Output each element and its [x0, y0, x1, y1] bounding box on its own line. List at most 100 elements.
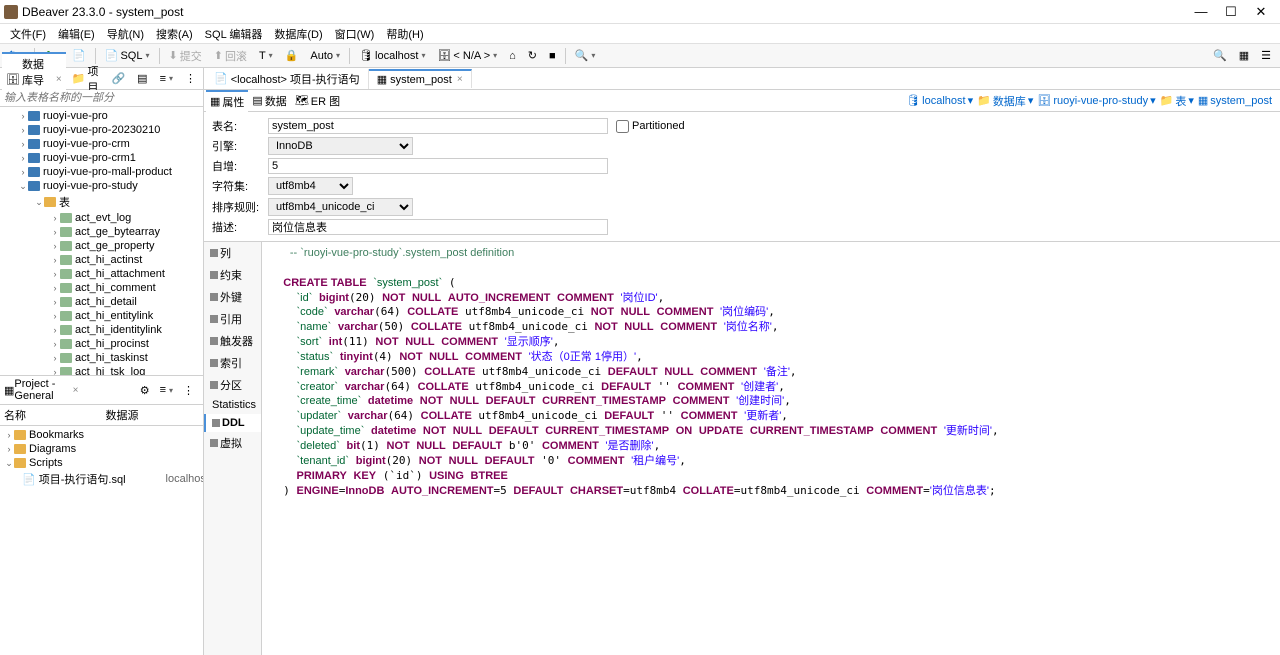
section-tab-索引[interactable]: 索引 [204, 352, 261, 374]
section-tab-列[interactable]: 列 [204, 242, 261, 264]
section-tab-引用[interactable]: 引用 [204, 308, 261, 330]
auto-commit-select[interactable]: Auto▾ [305, 47, 345, 65]
section-tab-分区[interactable]: 分区 [204, 374, 261, 396]
commit-button[interactable]: ⬇提交 [164, 45, 207, 67]
bc-database[interactable]: 🗄ruoyi-vue-pro-study▾ [1037, 94, 1155, 107]
project-folder[interactable]: ⌄Scripts [0, 456, 203, 470]
tree-db-item[interactable]: ›ruoyi-vue-pro-crm1 [0, 151, 203, 165]
lock-button[interactable]: 🔒 [280, 46, 304, 65]
menu-item[interactable]: 导航(N) [101, 24, 150, 44]
menu-item[interactable]: SQL 编辑器 [199, 24, 269, 44]
maximize-button[interactable]: ☐ [1216, 4, 1246, 20]
tree-table-item[interactable]: ›act_hi_identitylink [0, 323, 203, 337]
tree-table-item[interactable]: ›act_ge_property [0, 239, 203, 253]
rollback-button[interactable]: ⬆回滚 [209, 45, 252, 67]
section-tab-外键[interactable]: 外键 [204, 286, 261, 308]
tree-db-item[interactable]: ⌄ruoyi-vue-pro-study [0, 179, 203, 193]
perspective-button[interactable]: ▦ [1234, 46, 1254, 65]
sql-editor-button[interactable]: 📄SQL▾ [100, 46, 155, 65]
bc-table[interactable]: ▦system_post [1198, 94, 1272, 107]
tree-table-item[interactable]: ›act_hi_actinst [0, 253, 203, 267]
connection-select[interactable]: 🛢 localhost▾ [354, 46, 430, 65]
proj-more-button[interactable]: ⋮ [178, 381, 199, 400]
home-button[interactable]: ⌂ [504, 47, 521, 65]
project-tree[interactable]: ›Bookmarks›Diagrams⌄Scripts📄 项目-执行语句.sql… [0, 426, 203, 655]
label-engine: 引擎: [212, 138, 260, 154]
section-tab-Statistics[interactable]: Statistics [204, 396, 261, 414]
tree-table-item[interactable]: ›act_ge_bytearray [0, 225, 203, 239]
input-table-name[interactable] [268, 118, 608, 134]
search-button[interactable]: 🔍▾ [570, 46, 601, 65]
menu-item[interactable]: 编辑(E) [52, 24, 101, 44]
tree-table-item[interactable]: ›act_hi_entitylink [0, 309, 203, 323]
project-script-item[interactable]: 📄 项目-执行语句.sqllocalhost [0, 470, 203, 488]
input-autoincrement[interactable] [268, 158, 608, 174]
tree-db-item[interactable]: ›ruoyi-vue-pro [0, 109, 203, 123]
menu-item[interactable]: 文件(F) [4, 24, 52, 44]
tree-table-item[interactable]: ›act_hi_procinst [0, 337, 203, 351]
main-toolbar: ⮌▾ ✚▾ 📄 📄SQL▾ ⬇提交 ⬆回滚 T▾ 🔒 Auto▾ 🛢 local… [0, 44, 1280, 68]
bc-tables[interactable]: 📁表▾ [1160, 93, 1194, 109]
proj-col-name[interactable]: 名称 [0, 405, 102, 425]
nav-link-button[interactable]: 🔗 [106, 69, 130, 88]
section-tab-触发器[interactable]: 触发器 [204, 330, 261, 352]
table-properties: 表名: Partitioned 引擎: InnoDB 自增: 字符集: utf8… [204, 112, 1280, 241]
section-tab-约束[interactable]: 约束 [204, 264, 261, 286]
input-description[interactable] [268, 219, 608, 235]
breadcrumb: 🛢localhost▾ 📁数据库▾ 🗄ruoyi-vue-pro-study▾ … [906, 93, 1278, 109]
menu-item[interactable]: 数据库(D) [268, 24, 328, 44]
label-collation: 排序规则: [212, 199, 260, 215]
project-panel-close[interactable]: × [73, 385, 79, 396]
tx-mode-button[interactable]: T▾ [254, 47, 278, 65]
stop-button[interactable]: ■ [544, 47, 561, 65]
minimize-button[interactable]: — [1186, 4, 1216, 19]
nav-search-input[interactable] [0, 90, 203, 107]
menu-item[interactable]: 搜索(A) [150, 24, 199, 44]
proj-settings-button[interactable]: ⚙ [135, 381, 155, 400]
section-tab-DDL[interactable]: DDL [204, 414, 261, 432]
project-panel-title: Project - General [14, 378, 70, 402]
db-tree[interactable]: ›ruoyi-vue-pro›ruoyi-vue-pro-20230210›ru… [0, 107, 203, 375]
bc-host[interactable]: 🛢localhost▾ [906, 94, 973, 107]
label-charset: 字符集: [212, 178, 260, 194]
section-tab-虚拟[interactable]: 虚拟 [204, 432, 261, 454]
tree-tables-folder[interactable]: ⌄表 [0, 193, 203, 211]
menu-item[interactable]: 窗口(W) [329, 24, 381, 44]
subtab-er[interactable]: 🗺 ER 图 [291, 91, 344, 111]
ddl-source-view[interactable]: -- `ruoyi-vue-pro-study`.system_post def… [262, 242, 1280, 655]
select-charset[interactable]: utf8mb4 [268, 177, 353, 195]
project-folder[interactable]: ›Diagrams [0, 442, 203, 456]
checkbox-partitioned[interactable] [616, 120, 629, 133]
nav-menu-button[interactable]: ⋮ [180, 69, 201, 88]
project-folder[interactable]: ›Bookmarks [0, 428, 203, 442]
tree-db-item[interactable]: ›ruoyi-vue-pro-20230210 [0, 123, 203, 137]
search-global-button[interactable]: 🔍 [1208, 46, 1232, 65]
subtab-data[interactable]: ▤ 数据 [248, 91, 290, 111]
tree-table-item[interactable]: ›act_hi_detail [0, 295, 203, 309]
select-engine[interactable]: InnoDB [268, 137, 413, 155]
database-select[interactable]: 🗄 < N/A >▾ [432, 46, 502, 65]
window-title: DBeaver 23.3.0 - system_post [22, 5, 1186, 19]
proj-menu-button[interactable]: ≡▾ [155, 381, 178, 399]
editor-tab-sql[interactable]: 📄<localhost> 项目-执行语句 [206, 69, 369, 89]
refresh-button[interactable]: ↻ [523, 46, 542, 65]
editor-tab-table[interactable]: ▦system_post× [369, 69, 472, 88]
tree-db-item[interactable]: ›ruoyi-vue-pro-mall-product [0, 165, 203, 179]
bc-databases[interactable]: 📁数据库▾ [977, 93, 1033, 109]
tree-table-item[interactable]: ›act_hi_attachment [0, 267, 203, 281]
tree-table-item[interactable]: ›act_hi_comment [0, 281, 203, 295]
menu-item[interactable]: 帮助(H) [380, 24, 429, 44]
tree-db-item[interactable]: ›ruoyi-vue-pro-crm [0, 137, 203, 151]
label-table-name: 表名: [212, 118, 260, 134]
tree-table-item[interactable]: ›act_hi_tsk_log [0, 365, 203, 375]
nav-collapse-button[interactable]: ≡▾ [155, 70, 178, 88]
select-collation[interactable]: utf8mb4_unicode_ci [268, 198, 413, 216]
open-perspective-button[interactable]: ☰ [1256, 46, 1276, 65]
nav-filter-button[interactable]: ▤ [132, 69, 152, 88]
close-button[interactable]: ✕ [1246, 4, 1276, 20]
subtab-properties[interactable]: ▦ 属性 [206, 90, 248, 112]
tree-table-item[interactable]: ›act_evt_log [0, 211, 203, 225]
app-icon [4, 5, 18, 19]
tree-table-item[interactable]: ›act_hi_taskinst [0, 351, 203, 365]
proj-col-datasource[interactable]: 数据源 [102, 405, 204, 425]
